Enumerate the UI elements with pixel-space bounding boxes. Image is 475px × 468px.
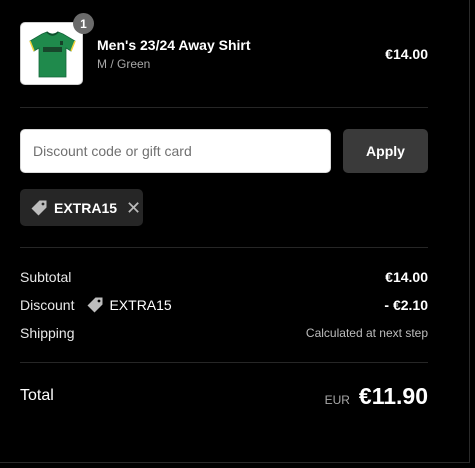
divider: [20, 362, 428, 363]
discount-row: Discount EXTRA15 - €2.10: [20, 295, 428, 315]
discount-value: - €2.10: [384, 297, 428, 313]
order-summary-panel: 1 Men's 23/24 Away Shirt M / Green €14.0…: [0, 0, 470, 463]
shipping-label: Shipping: [20, 325, 75, 341]
product-thumbnail: 1: [20, 13, 94, 85]
currency-code: EUR: [324, 392, 350, 407]
shipping-value: Calculated at next step: [305, 326, 428, 340]
subtotal-value: €14.00: [385, 269, 428, 285]
discount-label: Discount: [20, 297, 75, 313]
subtotal-row: Subtotal €14.00: [20, 267, 428, 287]
total-label: Total: [20, 387, 54, 404]
product-name: Men's 23/24 Away Shirt: [97, 37, 251, 53]
total-value: €11.90: [358, 382, 428, 409]
apply-button[interactable]: Apply: [343, 129, 428, 173]
applied-discount-chip: EXTRA15 ✕: [20, 189, 143, 226]
subtotal-label: Subtotal: [20, 269, 72, 285]
product-price: €14.00: [385, 46, 428, 62]
shipping-row: Shipping Calculated at next step: [20, 323, 428, 343]
close-icon[interactable]: ✕: [126, 199, 141, 217]
quantity-badge: 1: [73, 13, 94, 34]
green-jersey-image: [29, 31, 76, 78]
discount-code: EXTRA15: [109, 297, 172, 313]
tag-icon: [30, 199, 48, 217]
applied-code-label: EXTRA15: [54, 199, 118, 216]
total-row: Total EUR €11.90: [20, 380, 428, 412]
tag-icon: [86, 296, 104, 314]
divider: [20, 107, 428, 108]
divider: [20, 247, 428, 248]
line-item: 1 Men's 23/24 Away Shirt M / Green €14.0…: [20, 13, 428, 86]
discount-code-input[interactable]: [20, 129, 331, 173]
product-variant: M / Green: [97, 57, 151, 71]
